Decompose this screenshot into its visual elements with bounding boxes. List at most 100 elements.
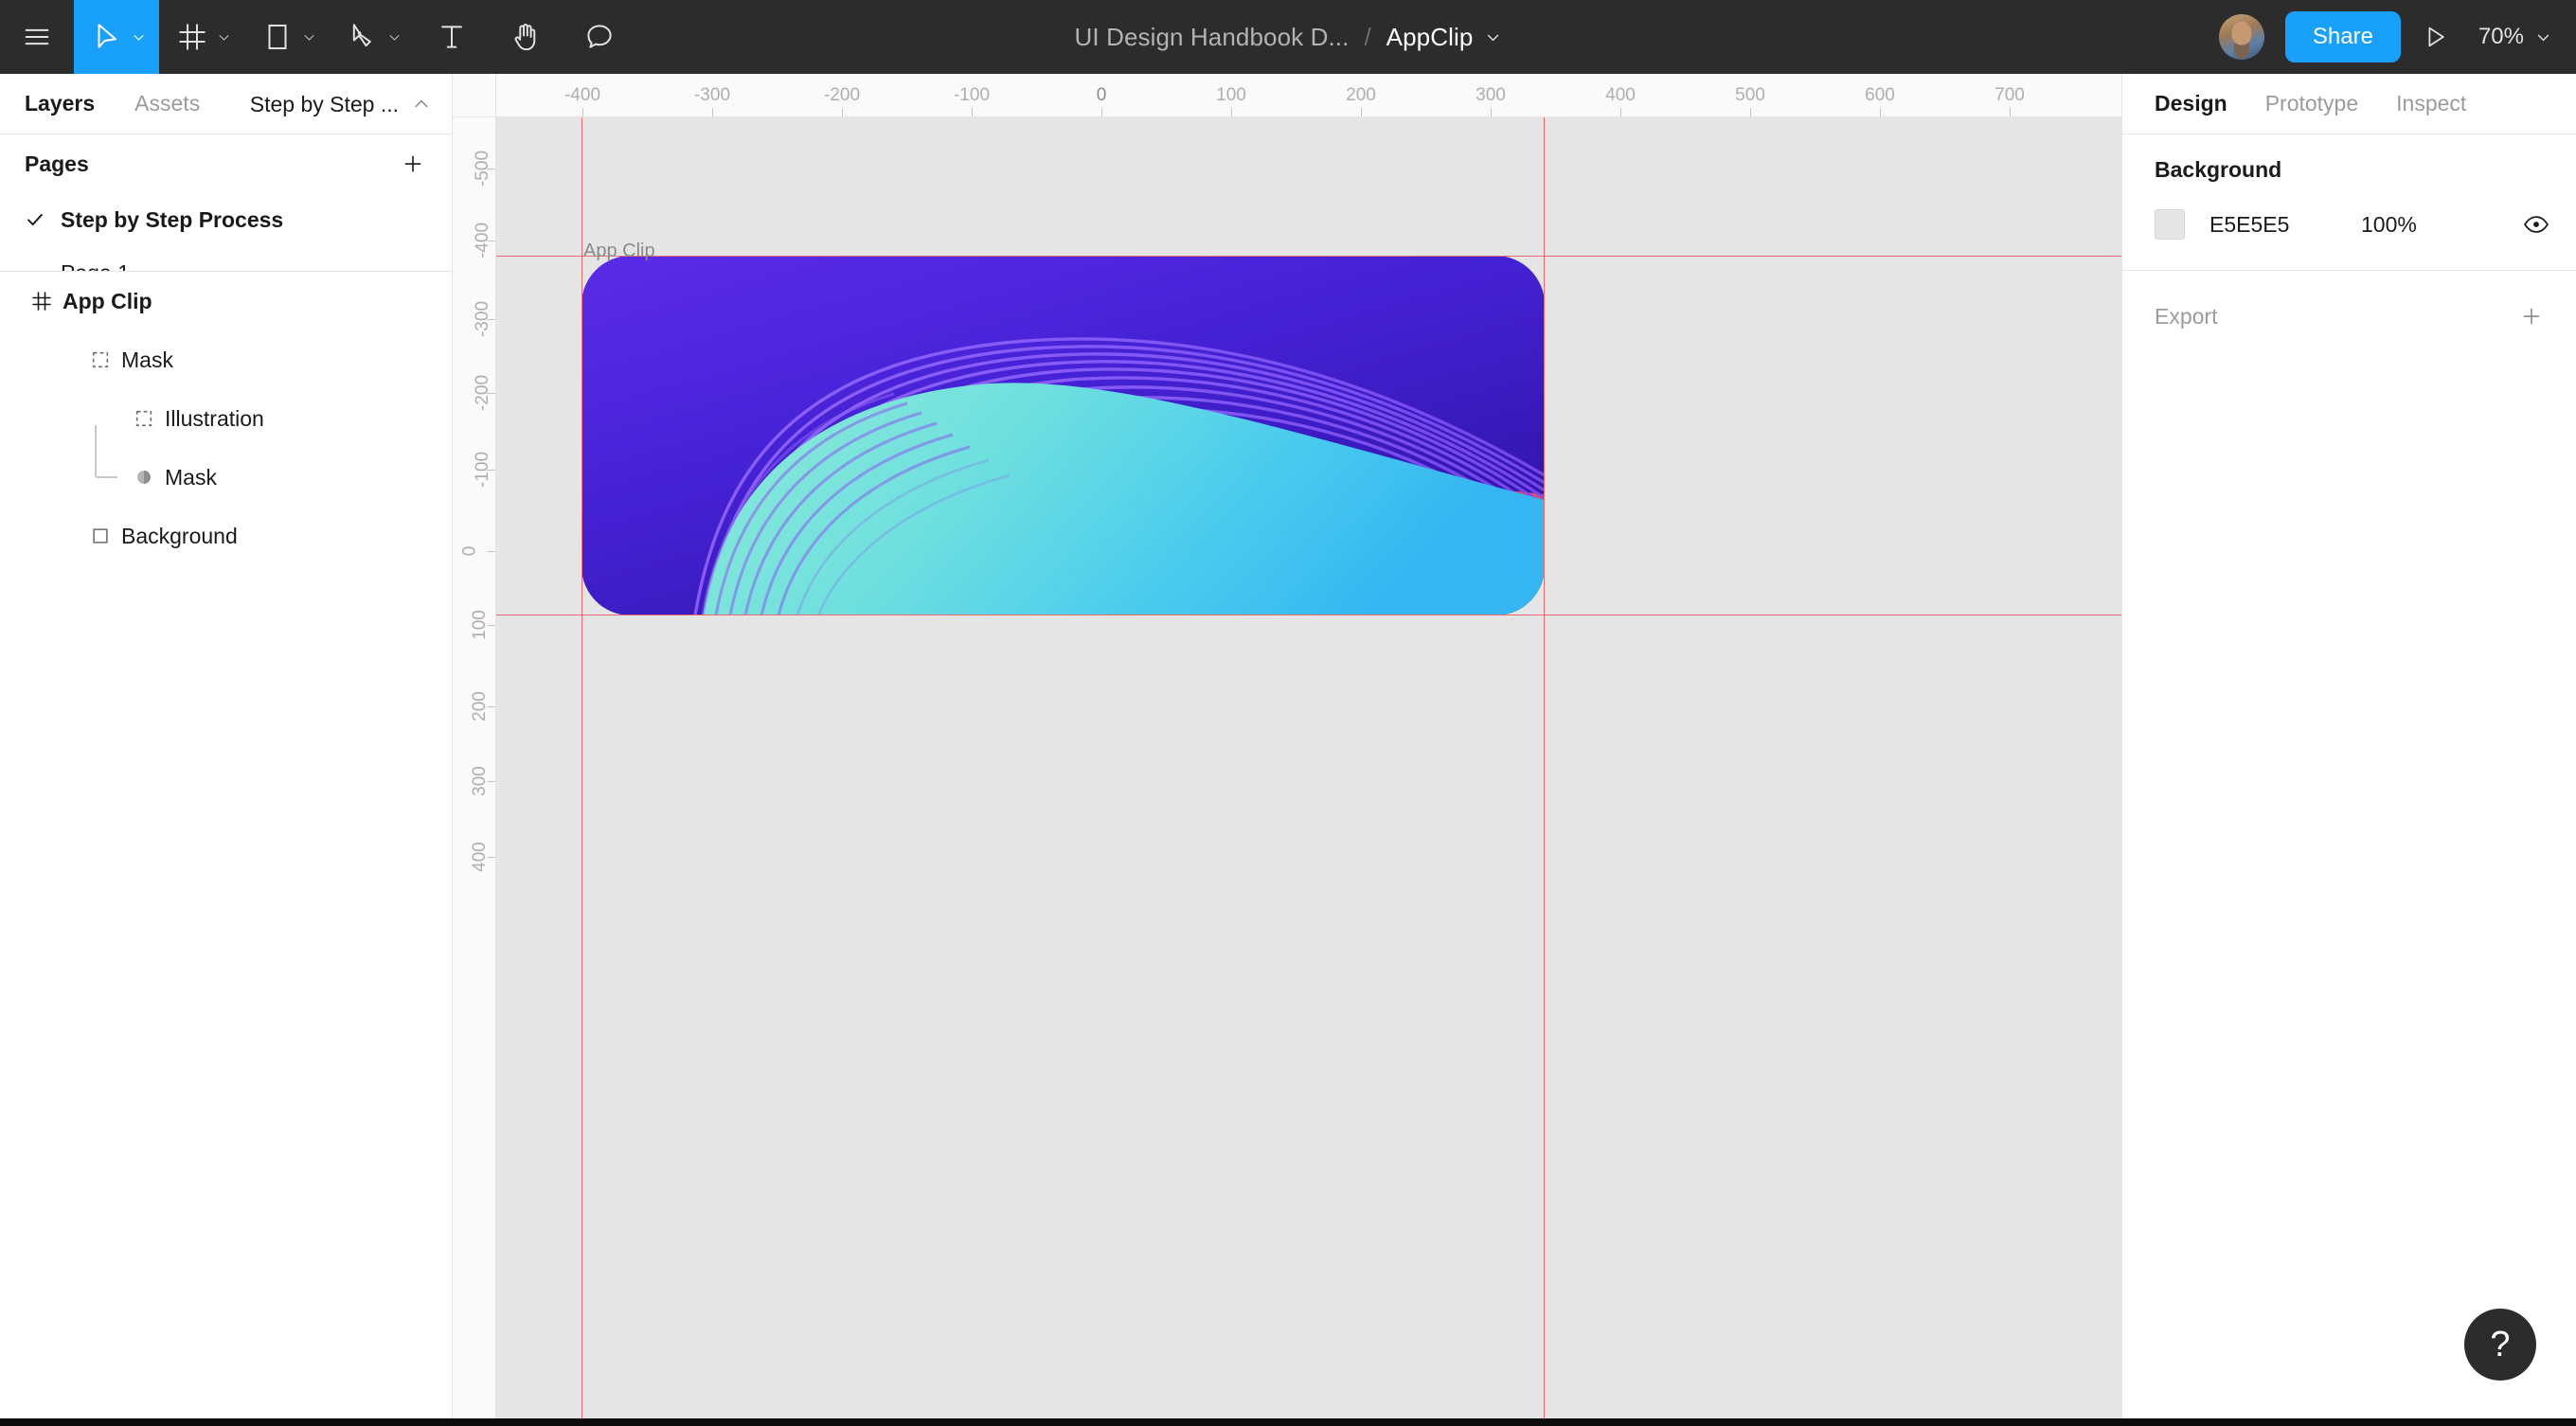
layers-assets-tabs: Layers Assets Step by Step ... <box>0 74 452 134</box>
export-heading: Export <box>2155 303 2218 329</box>
illustration-svg <box>581 256 1545 615</box>
chevron-down-icon[interactable] <box>387 30 402 45</box>
tree-connector <box>95 425 117 478</box>
top-toolbar: UI Design Handbook D... / AppClip Share … <box>0 0 2576 74</box>
background-section: Background E5E5E5 100% <box>2122 134 2576 271</box>
add-page-button[interactable] <box>395 146 431 182</box>
chevron-down-icon <box>2537 34 2549 41</box>
ruler-h-label: -100 <box>953 85 991 105</box>
document-title[interactable]: UI Design Handbook D... <box>1075 23 1350 52</box>
ruler-corner <box>453 74 496 117</box>
canvas-viewport[interactable]: App Clip -400 -300 -200 -100 0 100 200 3… <box>453 74 2121 1426</box>
layers-tree: App Clip Mask Illustration Mask Backgrou… <box>0 272 452 565</box>
mask-dashed-square-icon <box>123 408 165 429</box>
main-menu-button[interactable] <box>0 0 74 74</box>
right-sidebar: Design Prototype Inspect Background E5E5… <box>2121 74 2576 1426</box>
background-opacity-value[interactable]: 100% <box>2361 212 2417 238</box>
layer-label: Background <box>121 523 238 548</box>
ruler-h-label: 100 <box>1216 85 1246 105</box>
user-avatar[interactable] <box>2218 14 2264 60</box>
shape-tool-button[interactable] <box>244 0 330 74</box>
layer-row-mask-group[interactable]: Mask <box>0 330 452 389</box>
hand-icon <box>514 24 536 51</box>
vertical-guide-0[interactable] <box>581 74 582 1426</box>
title-separator: / <box>1364 22 1371 51</box>
cursor-arrow-icon <box>98 24 116 48</box>
layer-label: Mask <box>121 347 173 372</box>
plus-icon <box>404 155 421 172</box>
frame-tool-button[interactable] <box>159 0 244 74</box>
layer-label: Illustration <box>165 405 264 431</box>
plus-icon <box>2523 308 2540 325</box>
tab-layers[interactable]: Layers <box>25 91 95 116</box>
page-switcher-button[interactable]: Step by Step ... <box>250 74 431 134</box>
zoom-level-label: 70% <box>2478 24 2524 49</box>
design-prototype-inspect-tabs: Design Prototype Inspect <box>2122 74 2576 134</box>
layer-row-app-clip[interactable]: App Clip <box>0 272 452 330</box>
play-triangle-icon <box>2428 27 2444 47</box>
rectangle-icon <box>268 24 287 50</box>
ruler-h-label: -300 <box>693 85 731 105</box>
background-heading: Background <box>2155 157 2282 182</box>
comment-tool-button[interactable] <box>563 0 636 74</box>
text-tool-button[interactable] <box>415 0 489 74</box>
help-button[interactable]: ? <box>2464 1309 2536 1381</box>
ruler-h-label: -400 <box>564 85 601 105</box>
hand-tool-button[interactable] <box>489 0 563 74</box>
ruler-h-label: 700 <box>1995 85 2025 105</box>
horizontal-guide-neg335[interactable] <box>453 256 2121 257</box>
layer-label: Mask <box>165 464 217 490</box>
frame-grid-icon <box>179 24 206 50</box>
tab-design[interactable]: Design <box>2155 91 2227 116</box>
app-clip-gradient-illustration[interactable] <box>581 256 1545 615</box>
taskbar-edge <box>0 1418 2576 1426</box>
chevron-down-icon[interactable] <box>302 30 316 45</box>
current-page-title[interactable]: AppClip <box>1386 23 1474 52</box>
move-tool-button[interactable] <box>74 0 159 74</box>
tab-prototype[interactable]: Prototype <box>2265 91 2358 116</box>
text-t-icon <box>441 26 462 48</box>
background-hex-value[interactable]: E5E5E5 <box>2209 212 2361 238</box>
layer-row-illustration[interactable]: Illustration <box>0 389 452 448</box>
hamburger-menu-icon <box>25 28 49 45</box>
comment-bubble-icon <box>587 25 612 48</box>
chevron-up-icon <box>415 99 428 108</box>
frame-label-app-clip[interactable]: App Clip <box>583 241 655 262</box>
chevron-down-icon[interactable] <box>132 30 146 45</box>
frame-grid-icon <box>21 290 63 312</box>
zoom-control[interactable]: 70% <box>2469 24 2551 50</box>
ruler-h-label: -200 <box>823 85 861 105</box>
share-button[interactable]: Share <box>2284 11 2401 62</box>
layer-row-background[interactable]: Background <box>0 507 452 565</box>
ruler-h-label: 200 <box>1346 85 1376 105</box>
mask-dashed-square-icon <box>80 349 121 370</box>
tab-assets[interactable]: Assets <box>134 91 200 116</box>
toolbar-right-cluster: Share 70% <box>2218 0 2576 74</box>
eye-icon <box>2524 216 2549 233</box>
layer-label: App Clip <box>63 288 152 313</box>
chevron-down-icon[interactable] <box>217 30 231 45</box>
add-export-button[interactable] <box>2513 298 2549 334</box>
present-button[interactable] <box>2401 0 2469 74</box>
page-menu-caret[interactable] <box>1485 29 1501 45</box>
background-color-swatch[interactable] <box>2155 209 2185 240</box>
page-switcher-label: Step by Step ... <box>249 91 399 116</box>
page-item-page-1[interactable]: Page 1 <box>0 246 452 272</box>
checkmark-icon <box>25 209 61 230</box>
pages-section: Pages Step by Step Process Page 1 <box>0 134 452 272</box>
vertical-guide-335[interactable] <box>1544 74 1545 1426</box>
pen-tool-button[interactable] <box>330 0 415 74</box>
ruler-v-label: 0 <box>459 545 480 557</box>
rectangle-icon <box>80 526 121 546</box>
export-section: Export <box>2122 271 2576 362</box>
page-item-step-by-step-process[interactable]: Step by Step Process <box>0 193 452 246</box>
page-item-label: Step by Step Process <box>61 206 284 232</box>
tab-inspect[interactable]: Inspect <box>2396 91 2466 116</box>
ruler-h-label: 0 <box>1096 85 1107 105</box>
layer-row-mask-shape[interactable]: Mask <box>0 425 452 507</box>
ruler-h-label: 600 <box>1865 85 1895 105</box>
vertical-ruler[interactable]: -500 -400 -300 -200 -100 0 100 200 300 4… <box>453 117 496 1426</box>
horizontal-ruler[interactable]: -400 -300 -200 -100 0 100 200 300 400 50… <box>453 74 2121 117</box>
page-item-label: Page 1 <box>61 260 130 272</box>
background-visibility-toggle[interactable] <box>2523 211 2549 238</box>
